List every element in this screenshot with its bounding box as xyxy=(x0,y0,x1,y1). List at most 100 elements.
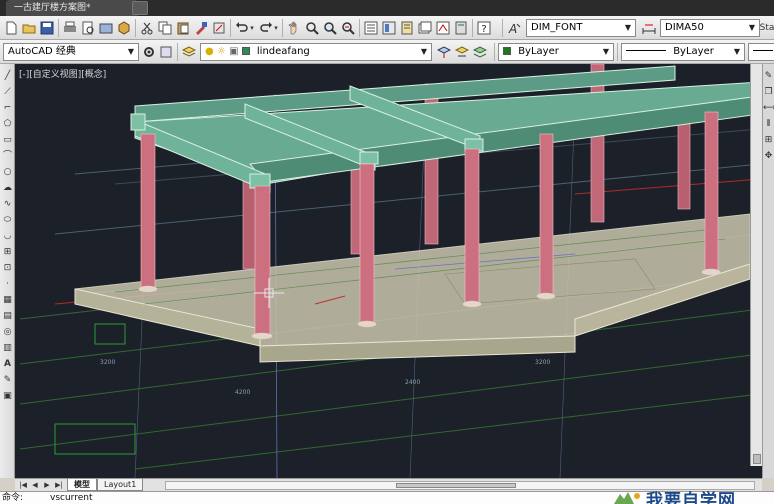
text-style-value: DIM_FONT xyxy=(531,22,583,33)
column xyxy=(254,185,271,337)
zoom-previous-icon[interactable] xyxy=(340,20,356,36)
make-current-layer-icon[interactable] xyxy=(436,44,452,60)
design-center-icon[interactable] xyxy=(381,20,397,36)
layer-states-icon[interactable] xyxy=(472,44,488,60)
column-base xyxy=(536,292,556,300)
new-tab-button[interactable] xyxy=(132,1,148,15)
tab-layout1[interactable]: Layout1 xyxy=(97,479,144,491)
match-properties-icon[interactable] xyxy=(193,20,209,36)
zoom-window-icon[interactable] xyxy=(322,20,338,36)
vertical-scrollbar[interactable] xyxy=(750,64,762,466)
line-icon[interactable]: ╱ xyxy=(1,70,14,83)
hatch-icon[interactable]: ▦ xyxy=(1,294,14,307)
layer-select[interactable]: ● ☼ ▣ lindeafang ▼ xyxy=(200,43,432,61)
print-icon[interactable] xyxy=(62,20,78,36)
tab-model[interactable]: 模型 xyxy=(67,479,97,491)
multiline-text-icon[interactable]: A xyxy=(1,358,14,371)
publish-icon[interactable] xyxy=(98,20,114,36)
undo-dropdown-icon[interactable]: ▾ xyxy=(248,20,256,36)
next-tab-arrow[interactable]: ▶ xyxy=(42,480,52,490)
column-base xyxy=(138,285,158,293)
lineweight-select[interactable] xyxy=(748,43,774,61)
rectangle-icon[interactable]: ▭ xyxy=(1,134,14,147)
svg-text:?: ? xyxy=(481,24,486,35)
layer-previous-icon[interactable] xyxy=(454,44,470,60)
cut-icon[interactable] xyxy=(139,20,155,36)
first-tab-arrow[interactable]: |◀ xyxy=(18,480,28,490)
ellipse-icon[interactable]: ⬭ xyxy=(1,214,14,227)
spline-icon[interactable]: ∿ xyxy=(1,198,14,211)
viewport-controls-label[interactable]: [-][自定义视图][概念] xyxy=(19,67,106,80)
dim-style-icon[interactable] xyxy=(641,20,657,36)
offset-icon[interactable]: ⫴ xyxy=(763,118,774,131)
tool-icon[interactable]: ▣ xyxy=(1,390,14,403)
help-icon[interactable]: ? xyxy=(476,20,492,36)
svg-text:4200: 4200 xyxy=(235,389,250,396)
model-viewport[interactable]: 3200 4200 2400 3200 [-][自定义视图][概念] xyxy=(15,64,762,478)
markup-icon[interactable] xyxy=(435,20,451,36)
column-base xyxy=(357,320,377,328)
workspace-value: AutoCAD 经典 xyxy=(8,46,76,57)
sun-icon: ☼ xyxy=(216,46,226,57)
add-selected-icon[interactable]: ✎ xyxy=(1,374,14,387)
paste-icon[interactable] xyxy=(175,20,191,36)
polygon-icon[interactable]: ⬠ xyxy=(1,118,14,131)
color-select[interactable]: ByLayer ▼ xyxy=(498,43,614,61)
new-icon[interactable] xyxy=(3,20,19,36)
chevron-down-icon: ▼ xyxy=(602,47,610,56)
ellipse-arc-icon[interactable]: ◡ xyxy=(1,230,14,243)
sheet-set-icon[interactable] xyxy=(417,20,433,36)
text-style-icon[interactable]: A xyxy=(507,20,523,36)
point-icon[interactable]: · xyxy=(1,278,14,291)
linetype-select[interactable]: ByLayer ▼ xyxy=(621,43,745,61)
array-icon[interactable]: ⊞ xyxy=(763,134,774,147)
document-tab[interactable]: 一古建厅楼方案图* xyxy=(6,0,138,16)
erase-icon[interactable]: ✎ xyxy=(763,70,774,83)
copy-object-icon[interactable]: ❐ xyxy=(763,86,774,99)
beam-end xyxy=(359,151,379,165)
layer-manager-icon[interactable] xyxy=(181,44,197,60)
text-style-select[interactable]: DIM_FONT ▼ xyxy=(526,19,636,37)
revision-cloud-icon[interactable]: ☁ xyxy=(1,182,14,195)
zoom-realtime-icon[interactable] xyxy=(304,20,320,36)
redo-dropdown-icon[interactable]: ▾ xyxy=(272,20,280,36)
svg-text:2400: 2400 xyxy=(405,379,420,386)
insert-block-icon[interactable]: ⊞ xyxy=(1,246,14,259)
open-icon[interactable] xyxy=(21,20,37,36)
move-icon[interactable]: ✥ xyxy=(763,150,774,163)
lineweight-sample xyxy=(753,50,773,51)
block-editor-icon[interactable] xyxy=(211,20,227,36)
copy-icon[interactable] xyxy=(157,20,173,36)
workspace-select[interactable]: AutoCAD 经典 ▼ xyxy=(3,43,139,61)
horizontal-scroll-thumb[interactable] xyxy=(396,483,516,488)
draw-toolbar: ╱ ⟋ ⌐ ⬠ ▭ ⌒ ○ ☁ ∿ ⬭ ◡ ⊞ ⊡ · ▦ ▤ ◎ ▥ A ✎ … xyxy=(0,64,15,478)
make-block-icon[interactable]: ⊡ xyxy=(1,262,14,275)
region-icon[interactable]: ◎ xyxy=(1,326,14,339)
last-tab-arrow[interactable]: ▶| xyxy=(54,480,64,490)
circle-icon[interactable]: ○ xyxy=(1,166,14,179)
construction-line-icon[interactable]: ⟋ xyxy=(1,86,14,99)
arc-icon[interactable]: ⌒ xyxy=(1,150,14,163)
tool-palettes-icon[interactable] xyxy=(399,20,415,36)
linetype-sample xyxy=(626,50,666,51)
properties-icon[interactable] xyxy=(363,20,379,36)
vertical-scroll-thumb[interactable] xyxy=(753,454,761,464)
dim-style-select[interactable]: DIMA50 ▼ xyxy=(660,19,760,37)
print-preview-icon[interactable] xyxy=(80,20,96,36)
polyline-icon[interactable]: ⌐ xyxy=(1,102,14,115)
horizontal-scrollbar[interactable] xyxy=(165,481,755,490)
save-icon[interactable] xyxy=(39,20,55,36)
3d-model-scene[interactable]: 3200 4200 2400 3200 xyxy=(15,64,762,478)
table-icon[interactable]: ▥ xyxy=(1,342,14,355)
gradient-icon[interactable]: ▤ xyxy=(1,310,14,323)
workspace-settings-icon[interactable] xyxy=(141,44,157,60)
3d-dwf-icon[interactable] xyxy=(116,20,132,36)
table-style-partial[interactable]: Sta xyxy=(760,20,774,36)
mirror-icon[interactable]: ⟷ xyxy=(763,102,774,115)
watermark-text: 我要自学网 xyxy=(646,491,736,504)
calculator-icon[interactable] xyxy=(453,20,469,36)
prev-tab-arrow[interactable]: ◀ xyxy=(30,480,40,490)
column xyxy=(539,133,554,297)
workspace-save-icon[interactable] xyxy=(158,44,174,60)
pan-icon[interactable] xyxy=(286,20,302,36)
